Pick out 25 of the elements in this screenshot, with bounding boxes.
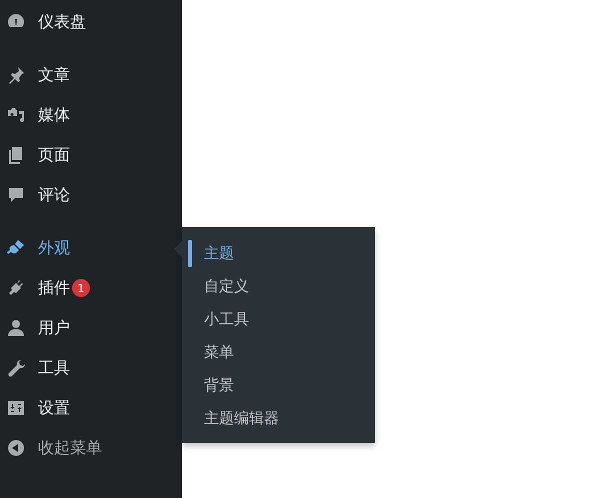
menu-item[interactable]: 插件 1 xyxy=(0,268,182,308)
submenu-item[interactable]: 背景 xyxy=(182,369,375,402)
menu-item[interactable]: 设置 xyxy=(0,388,182,428)
submenu-item[interactable]: 主题 xyxy=(182,237,375,270)
menu-item[interactable]: 工具 xyxy=(0,348,182,388)
count-badge: 1 xyxy=(72,279,90,297)
collapse-icon xyxy=(6,438,26,458)
menu-item[interactable]: 外观 xyxy=(0,228,182,268)
camera-music-icon xyxy=(6,105,26,125)
submenu-item[interactable]: 自定义 xyxy=(182,270,375,303)
collapse-menu-button[interactable]: 收起菜单 xyxy=(0,428,182,468)
menu-item[interactable]: 文章 xyxy=(0,55,182,95)
user-icon xyxy=(6,318,26,338)
submenu-item[interactable]: 小工具 xyxy=(182,303,375,336)
menu-item[interactable]: 仪表盘 xyxy=(0,2,182,42)
sliders-icon xyxy=(6,398,26,418)
menu-item[interactable]: 媒体 xyxy=(0,95,182,135)
menu-item[interactable]: 用户 xyxy=(0,308,182,348)
wrench-icon xyxy=(6,358,26,378)
submenu-item[interactable]: 主题编辑器 xyxy=(182,402,375,435)
menu-item[interactable]: 页面 xyxy=(0,135,182,175)
menu-item[interactable]: 评论 xyxy=(0,175,182,215)
speech-bubble-icon xyxy=(6,185,26,205)
active-indicator xyxy=(188,240,192,267)
submenu-item[interactable]: 菜单 xyxy=(182,336,375,369)
